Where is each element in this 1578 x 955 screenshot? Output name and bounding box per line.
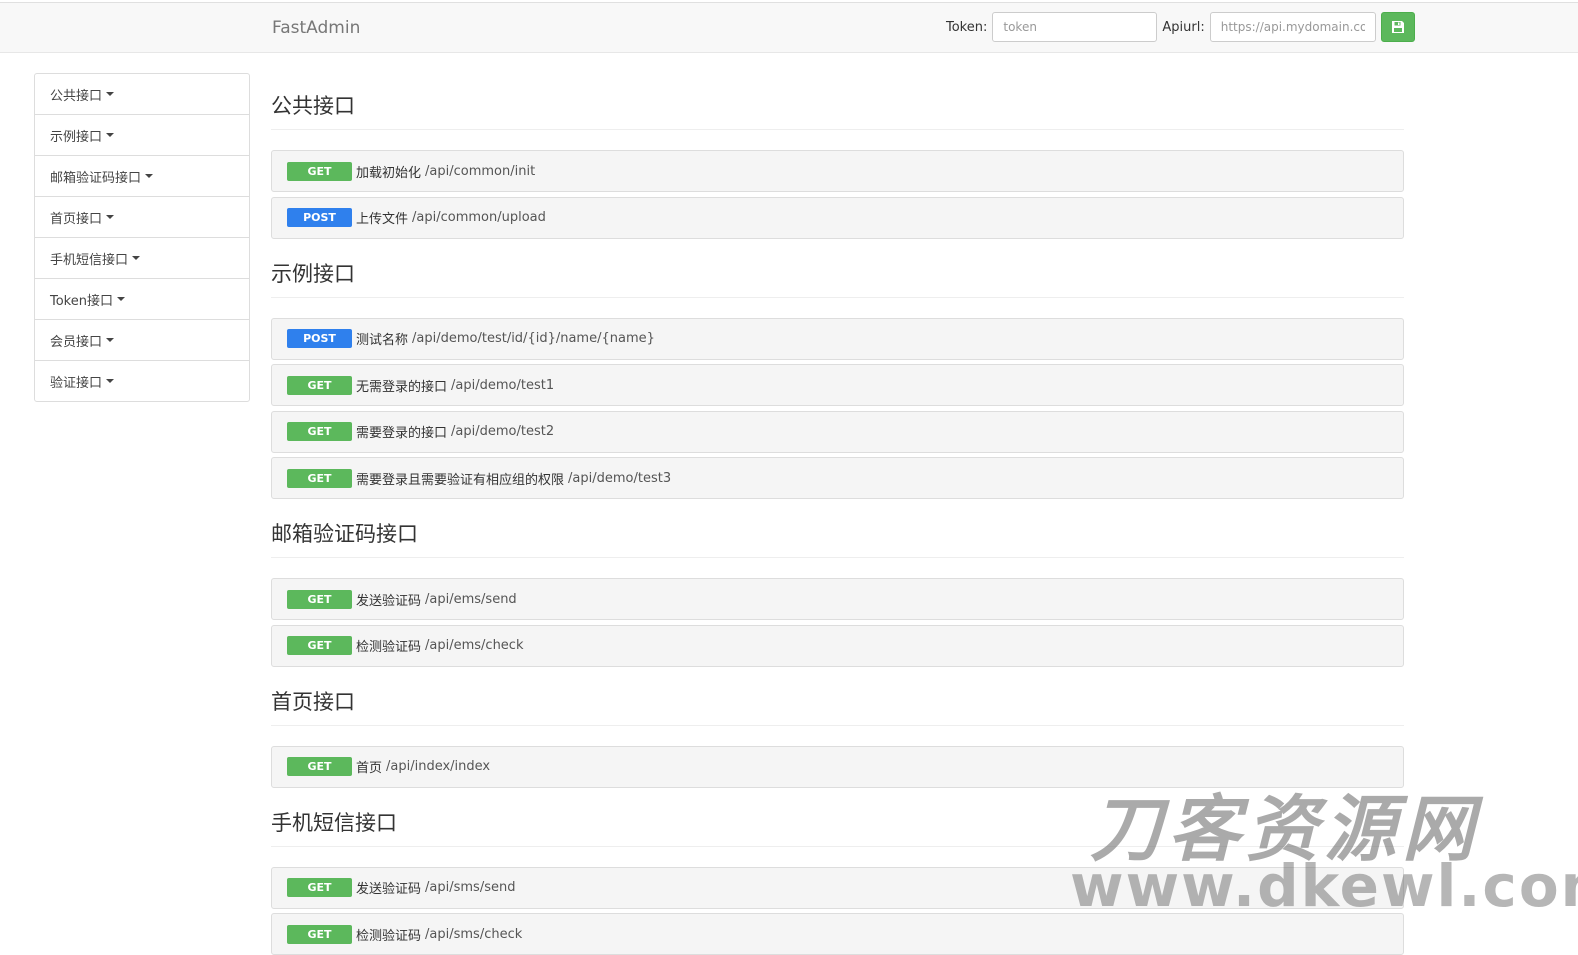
sidebar-item-label: Token接口 [50,293,113,309]
method-badge: GET [287,878,352,897]
sidebar-item[interactable]: 示例接口 [35,115,249,156]
endpoint-path: /api/demo/test2 [451,424,555,439]
sidebar-item[interactable]: 公共接口 [35,74,249,115]
sidebar-item-label: 示例接口 [50,129,103,145]
endpoint-name: 检测验证码 [356,928,422,944]
endpoint-path: /api/ems/check [425,638,524,653]
section-title: 邮箱验证码接口 [271,521,1404,558]
sidebar-item[interactable]: 验证接口 [35,361,249,401]
endpoint-name: 测试名称 [356,333,409,348]
endpoint-path: /api/sms/check [425,926,523,942]
endpoint-name: 检测验证码 [356,640,422,655]
endpoint-name: 上传文件 [356,212,409,227]
caret-down-icon [117,297,125,301]
endpoint-row[interactable]: GET 检测验证码/api/ems/check [271,624,1404,667]
endpoint-row[interactable]: GET 需要登录且需要验证有相应组的权限/api/demo/test3 [271,457,1404,499]
endpoint-path: /api/demo/test3 [568,470,672,486]
section-title: 公共接口 [271,93,1404,130]
method-badge: GET [287,161,352,181]
caret-down-icon [145,174,154,178]
endpoint-name: 发送验证码 [356,593,422,609]
method-badge: GET [287,636,352,655]
endpoint-row[interactable]: GET 检测验证码/api/sms/check [271,913,1404,955]
sidebar-item-label: 首页接口 [50,211,103,227]
section-title: 首页接口 [271,689,1404,726]
endpoint-row[interactable]: GET 需要登录的接口/api/demo/test2 [271,410,1404,453]
sidebar-item-label: 手机短信接口 [50,252,129,268]
endpoint-path: /api/sms/send [425,880,516,895]
endpoint-row[interactable]: GET 无需登录的接口/api/demo/test1 [271,364,1404,406]
endpoint-path: /api/demo/test1 [451,377,555,393]
method-badge: GET [287,375,352,395]
sidebar-item-label: 会员接口 [50,334,103,350]
endpoint-name: 加载初始化 [356,165,422,181]
method-badge: POST [287,208,352,227]
caret-down-icon [106,133,115,137]
method-badge: GET [287,924,352,944]
endpoint-name: 发送验证码 [356,882,422,897]
sidebar-item-label: 邮箱验证码接口 [50,170,142,186]
method-badge: GET [287,422,352,441]
endpoint-path: /api/demo/test/id/{id}/name/{name} [412,331,655,346]
method-badge: POST [287,329,352,348]
endpoint-row[interactable]: POST 测试名称/api/demo/test/id/{id}/name/{nam… [271,317,1404,360]
endpoint-path: /api/common/init [425,163,536,179]
endpoint-row[interactable]: GET 首页/api/index/index [271,745,1404,788]
endpoint-row[interactable]: GET 发送验证码/api/ems/send [271,578,1404,620]
endpoint-path: /api/index/index [386,759,491,774]
method-badge: GET [287,589,352,609]
caret-down-icon [132,256,141,260]
endpoint-name: 需要登录且需要验证有相应组的权限 [356,472,565,488]
caret-down-icon [106,338,115,342]
caret-down-icon [106,215,115,219]
sidebar-item-label: 验证接口 [50,375,103,391]
endpoint-name: 无需登录的接口 [356,379,448,395]
caret-down-icon [106,379,115,383]
sidebar-item-label: 公共接口 [50,88,103,104]
endpoint-path: /api/common/upload [412,210,546,225]
section-title: 示例接口 [271,261,1404,298]
section-title: 手机短信接口 [271,810,1404,847]
endpoint-name: 首页 [356,761,383,776]
caret-down-icon [106,92,115,96]
sidebar-item[interactable]: Token接口 [35,279,249,320]
sidebar-item[interactable]: 首页接口 [35,197,249,238]
endpoint-row[interactable]: GET 发送验证码/api/sms/send [271,866,1404,909]
method-badge: GET [287,757,352,776]
endpoint-row[interactable]: POST 上传文件/api/common/upload [271,196,1404,239]
sidebar-nav: 公共接口示例接口邮箱验证码接口 首页接口手机短信接口 Token接口 会员接口验证接口 [34,73,250,402]
sidebar-item[interactable]: 手机短信接口 [35,238,249,279]
endpoint-row[interactable]: GET 加载初始化/api/common/init [271,150,1404,192]
endpoint-path: /api/ems/send [425,591,517,607]
api-doc-main: 公共接口 GET 加载初始化/api/common/init POST 上传文件/api… [271,0,1404,955]
endpoint-name: 需要登录的接口 [356,426,448,441]
method-badge: GET [287,468,352,488]
sidebar-item[interactable]: 会员接口 [35,320,249,361]
sidebar-item[interactable]: 邮箱验证码接口 [35,156,249,197]
